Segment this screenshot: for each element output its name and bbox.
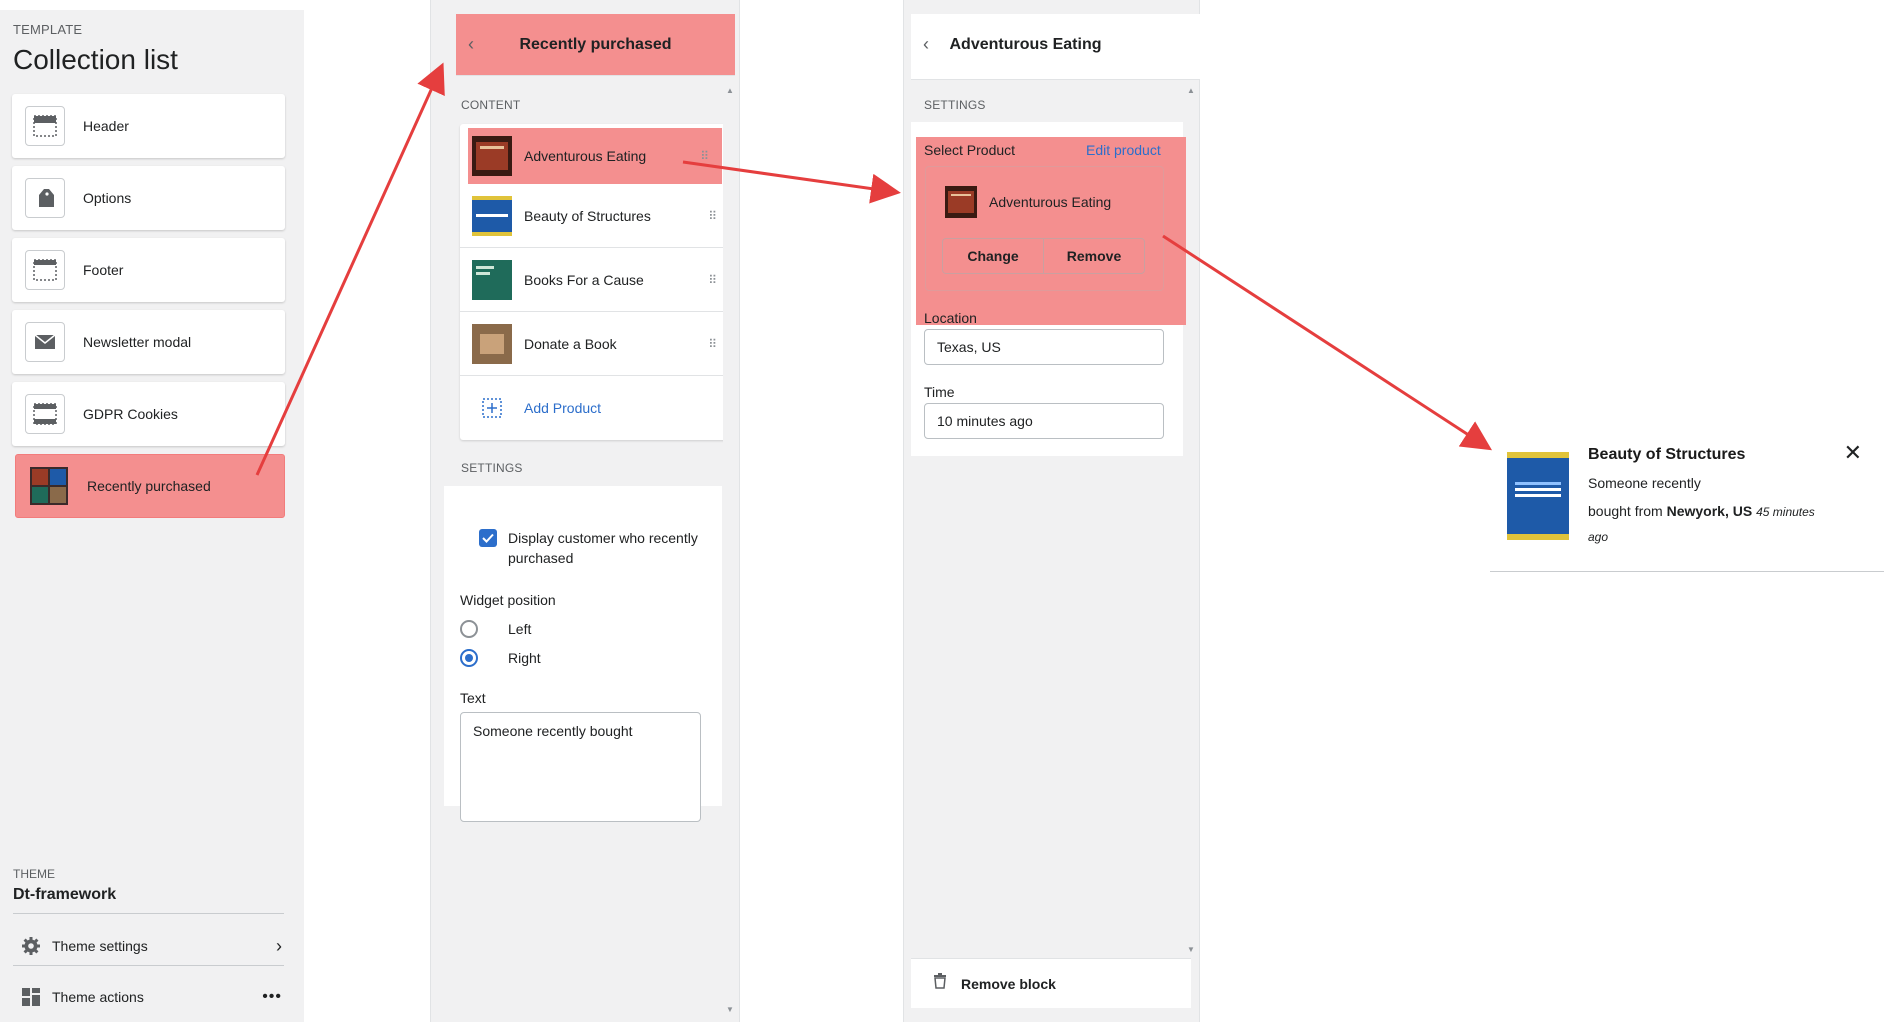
arrow-3 <box>1162 234 1493 451</box>
arrow-2 <box>682 160 901 204</box>
annotation-arrows <box>255 62 1493 476</box>
arrow-1 <box>255 62 445 476</box>
